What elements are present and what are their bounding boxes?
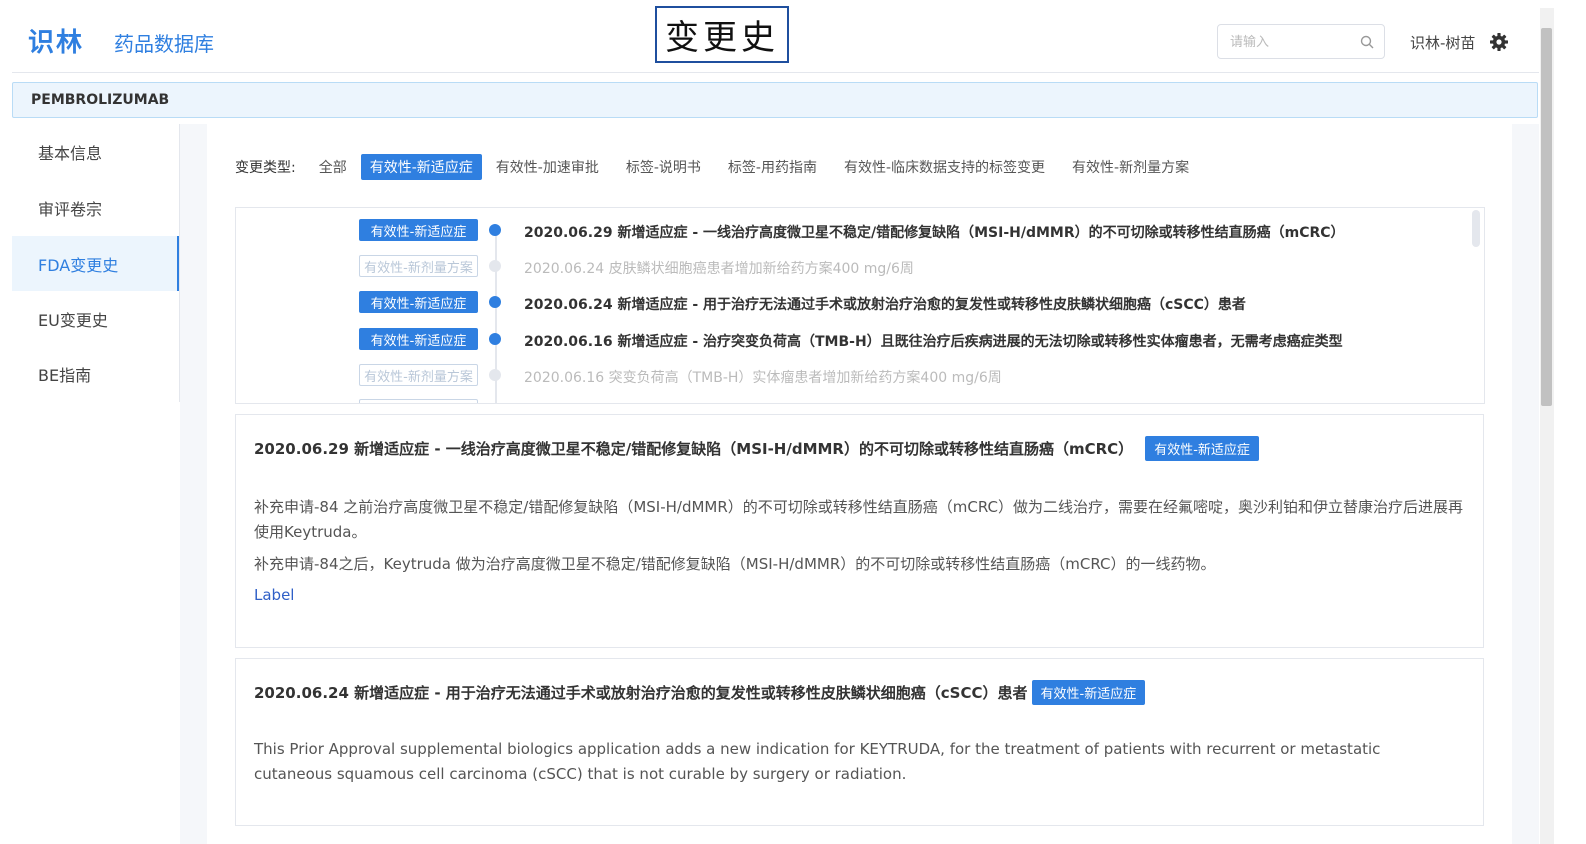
filter-option[interactable]: 有效性-新剂量方案 (1063, 154, 1198, 180)
timeline-item[interactable]: 有效性-新剂量方案 2020.06.24 皮肤鳞状细胞癌患者增加新给药方案400… (236, 255, 1466, 279)
card-title-text: 2020.06.29 新增适应症 - 一线治疗高度微卫星不稳定/错配修复缺陷（M… (254, 440, 1134, 458)
sidebar-item-eu-history[interactable]: EU变更史 (12, 291, 180, 346)
sidebar-item-review-dossier[interactable]: 审评卷宗 (12, 180, 180, 235)
timeline-tag[interactable]: 有效性-新适应症 (359, 328, 478, 350)
card-badge: 有效性-新适应症 (1145, 436, 1259, 461)
card-title: 2020.06.24 新增适应症 - 用于治疗无法通过手术或放射治疗治愈的复发性… (254, 680, 1146, 705)
sidebar-item-basic-info[interactable]: 基本信息 (12, 124, 180, 179)
page-scrollbar-thumb[interactable] (1541, 28, 1552, 406)
sidebar-divider (179, 124, 180, 402)
filter-option[interactable]: 标签-用药指南 (719, 154, 826, 180)
change-detail-card: 2020.06.29 新增适应症 - 一线治疗高度微卫星不稳定/错配修复缺陷（M… (235, 414, 1484, 648)
timeline-tag[interactable]: 有效性-新剂量方案 (359, 255, 478, 277)
filter-option[interactable]: 有效性-新适应症 (360, 154, 482, 180)
timeline-item-partial[interactable] (236, 399, 1466, 403)
search-box[interactable] (1217, 24, 1385, 59)
timeline-dot (489, 333, 501, 345)
filter-option[interactable]: 全部 (310, 154, 356, 180)
logo[interactable]: 识林 (28, 22, 84, 59)
page-title-overlay: 变更史 (655, 6, 789, 63)
user-name[interactable]: 识林-树苗 (1410, 32, 1475, 53)
drug-name-bar: PEMBROLIZUMAB (12, 82, 1538, 118)
timeline-text[interactable]: 2020.06.24 新增适应症 - 用于治疗无法通过手术或放射治疗治愈的复发性… (524, 294, 1246, 314)
timeline-tag[interactable]: 有效性-新适应症 (359, 219, 478, 241)
search-icon[interactable] (1360, 35, 1374, 49)
timeline-text[interactable]: 2020.06.24 皮肤鳞状细胞癌患者增加新给药方案400 mg/6周 (524, 258, 914, 278)
filter-option[interactable]: 标签-说明书 (617, 154, 710, 180)
timeline-item[interactable]: 有效性-新适应症 2020.06.29 新增适应症 - 一线治疗高度微卫星不稳定… (236, 219, 1466, 243)
sidebar-item-fda-history[interactable]: FDA变更史 (12, 236, 180, 291)
header-divider (12, 72, 1539, 73)
timeline-tag-partial[interactable] (359, 399, 478, 403)
timeline-text[interactable]: 2020.06.16 突变负荷高（TMB-H）实体瘤患者增加新给药方案400 m… (524, 367, 1002, 387)
card-paragraph: This Prior Approval supplemental biologi… (254, 740, 1381, 783)
timeline-item[interactable]: 有效性-新适应症 2020.06.24 新增适应症 - 用于治疗无法通过手术或放… (236, 291, 1466, 315)
card-title-text: 2020.06.24 新增适应症 - 用于治疗无法通过手术或放射治疗治愈的复发性… (254, 684, 1028, 702)
timeline-dot (489, 296, 501, 308)
filter-option[interactable]: 有效性-临床数据支持的标签变更 (835, 154, 1054, 180)
timeline-scrollbar[interactable] (1472, 210, 1480, 247)
card-title: 2020.06.29 新增适应症 - 一线治疗高度微卫星不稳定/错配修复缺陷（M… (254, 436, 1259, 461)
sidebar-item-be-guidance[interactable]: BE指南 (12, 346, 180, 401)
timeline-text[interactable]: 2020.06.29 新增适应症 - 一线治疗高度微卫星不稳定/错配修复缺陷（M… (524, 222, 1345, 242)
timeline-dot (489, 369, 501, 381)
timeline-item[interactable]: 有效性-新剂量方案 2020.06.16 突变负荷高（TMB-H）实体瘤患者增加… (236, 364, 1466, 388)
card-badge: 有效性-新适应症 (1031, 680, 1146, 705)
drug-name: PEMBROLIZUMAB (31, 92, 170, 108)
label-link[interactable]: Label (254, 586, 294, 604)
timeline-dot (489, 260, 501, 272)
timeline-tag[interactable]: 有效性-新剂量方案 (359, 364, 478, 386)
card-paragraph: 补充申请-84 之前治疗高度微卫星不稳定/错配修复缺陷（MSI-H/dMMR）的… (254, 498, 1464, 541)
change-type-filter: 变更类型: 全部 有效性-新适应症 有效性-加速审批 标签-说明书 标签-用药指… (235, 154, 1203, 180)
timeline-item[interactable]: 有效性-新适应症 2020.06.16 新增适应症 - 治疗突变负荷高（TMB-… (236, 328, 1466, 352)
filter-label: 变更类型: (235, 160, 296, 176)
timeline-tag[interactable]: 有效性-新适应症 (359, 291, 478, 313)
filter-option[interactable]: 有效性-加速审批 (487, 154, 608, 180)
search-input[interactable] (1228, 33, 1360, 50)
change-timeline[interactable]: 有效性-新适应症 2020.06.29 新增适应症 - 一线治疗高度微卫星不稳定… (235, 207, 1485, 404)
sidebar: 基本信息 审评卷宗 FDA变更史 EU变更史 BE指南 (12, 124, 180, 844)
timeline-dot (489, 224, 501, 236)
timeline-text[interactable]: 2020.06.16 新增适应症 - 治疗突变负荷高（TMB-H）且既往治疗后疾… (524, 331, 1343, 351)
app-subtitle[interactable]: 药品数据库 (114, 28, 214, 57)
change-detail-card: 2020.06.24 新增适应症 - 用于治疗无法通过手术或放射治疗治愈的复发性… (235, 658, 1484, 826)
card-paragraph: 补充申请-84之后，Keytruda 做为治疗高度微卫星不稳定/错配修复缺陷（M… (254, 555, 1216, 573)
gear-icon[interactable] (1489, 32, 1509, 52)
